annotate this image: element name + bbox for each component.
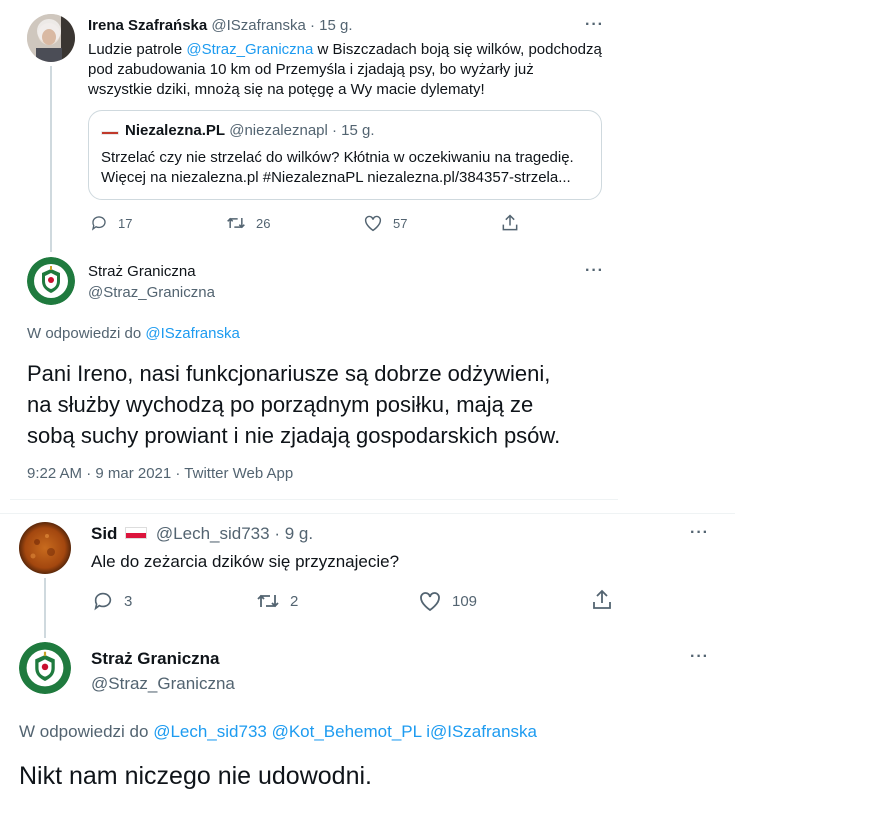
reply2-text: Nikt nam niczego nie udowodni. xyxy=(19,762,372,790)
avatar-straz-graniczna-2[interactable] xyxy=(19,642,71,694)
tweet2-retweet-button[interactable]: 2 xyxy=(256,590,298,612)
quote-header: Niezalezna.PL @niezaleznapl · 15 g. xyxy=(125,122,375,139)
tweet2-author[interactable]: Sid xyxy=(91,524,117,543)
avatar-sid-image xyxy=(19,522,71,574)
tweet2-handle[interactable]: @Lech_sid733 xyxy=(156,524,270,543)
quote-line1: Strzelać czy nie strzelać do wilków? Kłó… xyxy=(101,149,574,166)
quote-time: · 15 g. xyxy=(332,122,375,139)
tweet1-handle[interactable]: @ISzafranska xyxy=(211,17,305,34)
thread-line-2 xyxy=(44,578,46,638)
thread-line-1 xyxy=(50,66,52,252)
quote-text: Strzelać czy nie strzelać do wilków? Kłó… xyxy=(101,148,574,188)
panel-gap xyxy=(0,500,874,513)
screenshot-panel-top: Irena Szafrańska @ISzafranska · 15 g. ··… xyxy=(10,0,618,500)
tweet1-author[interactable]: Irena Szafrańska xyxy=(88,17,207,34)
retweet-icon xyxy=(257,594,279,608)
reply1-more-icon[interactable]: ··· xyxy=(585,263,604,279)
reply1-line2: na służby wychodzą po porządnym posiłku,… xyxy=(27,392,534,417)
tweet1-line1: Ludzie patrole @Straz_Graniczna w Biszcz… xyxy=(88,41,602,58)
share-icon xyxy=(593,589,611,609)
straz-graniczna-logo-icon xyxy=(27,257,75,305)
tweet2-like-button[interactable]: 109 xyxy=(418,590,477,612)
avatar-sid[interactable] xyxy=(19,522,71,574)
reply2-mentions[interactable]: @Lech_sid733 @Kot_Behemot_PL i@ISzafrans… xyxy=(153,722,537,741)
quote-line2: Więcej na niezalezna.pl #NiezaleznaPL ni… xyxy=(101,169,571,186)
quote-handle: @niezaleznapl xyxy=(229,122,328,139)
reply1-mention[interactable]: @ISzafranska xyxy=(145,325,239,342)
tweet1-line3: wszystkie dziki, mnożą się na potęgę a W… xyxy=(88,81,485,98)
tweet1-more-icon[interactable]: ··· xyxy=(585,17,604,33)
reply1-line1: Pani Ireno, nasi funkcjonariusze są dobr… xyxy=(27,361,551,386)
quoted-tweet[interactable]: Niezalezna.PL @niezaleznapl · 15 g. Strz… xyxy=(88,110,602,200)
tweet1-time[interactable]: · 15 g. xyxy=(310,17,353,34)
share-icon xyxy=(502,214,518,231)
avatar-irena-image xyxy=(27,14,75,62)
tweet1-reply-count: 17 xyxy=(118,215,133,231)
tweet2-header: Sid @Lech_sid733 · 9 g. xyxy=(91,524,313,544)
reply1-replying-to: W odpowiedzi do @ISzafranska xyxy=(27,325,240,342)
quote-author: Niezalezna.PL xyxy=(125,122,226,139)
tweet1-share-button[interactable] xyxy=(500,213,520,233)
reply2-replying-to: W odpowiedzi do @Lech_sid733 @Kot_Behemo… xyxy=(19,722,537,741)
reply1-meta[interactable]: 9:22 AM · 9 mar 2021 · Twitter Web App xyxy=(27,465,293,482)
tweet1-line2: pod zabudowania 10 km od Przemyśla i zja… xyxy=(88,61,534,78)
tweet1-like-count: 57 xyxy=(393,215,408,231)
tweet1-mention[interactable]: @Straz_Graniczna xyxy=(186,41,313,58)
niezalezna-logo-icon xyxy=(101,125,119,135)
tweet2-reply-button[interactable]: 3 xyxy=(92,590,132,612)
heart-icon xyxy=(420,592,440,612)
tweet2-reply-count: 3 xyxy=(124,592,133,610)
avatar-straz-graniczna-1[interactable] xyxy=(27,257,75,305)
tweet2-time[interactable]: · 9 g. xyxy=(274,524,313,543)
tweet1-reply-button[interactable]: 17 xyxy=(90,214,132,232)
reply1-author[interactable]: Straż Graniczna xyxy=(88,263,196,280)
reply1-handle[interactable]: @Straz_Graniczna xyxy=(88,284,215,301)
reply2-author[interactable]: Straż Graniczna xyxy=(91,649,220,669)
tweet2-more-icon[interactable]: ··· xyxy=(690,525,709,541)
tweet1-text: Ludzie patrole @Straz_Graniczna w Biszcz… xyxy=(88,40,602,100)
tweet1-retweet-button[interactable]: 26 xyxy=(226,214,270,232)
avatar-irena[interactable] xyxy=(27,14,75,62)
tweet1-like-button[interactable]: 57 xyxy=(363,214,407,232)
reply2-more-icon[interactable]: ··· xyxy=(690,649,709,665)
reply2-handle[interactable]: @Straz_Graniczna xyxy=(91,674,235,694)
tweet2-like-count: 109 xyxy=(452,592,478,610)
tweet2-share-button[interactable] xyxy=(590,588,614,612)
reply1-text: Pani Ireno, nasi funkcjonariusze są dobr… xyxy=(27,358,560,451)
heart-icon xyxy=(364,215,382,232)
tweet1-retweet-count: 26 xyxy=(256,215,271,231)
reply-icon xyxy=(91,216,106,231)
retweet-icon xyxy=(227,217,245,229)
tweet2-retweet-count: 2 xyxy=(290,592,299,610)
poland-flag-icon xyxy=(125,527,148,540)
tweet2-text: Ale do zeżarcia dzików się przyznajecie? xyxy=(91,552,400,571)
straz-graniczna-logo-icon xyxy=(19,642,71,694)
screenshot-panel-bottom: Sid @Lech_sid733 · 9 g. ··· Ale do zeżar… xyxy=(0,513,735,823)
reply-icon xyxy=(94,592,112,611)
reply1-line3: sobą suchy prowiant i nie zjadają gospod… xyxy=(27,423,561,448)
tweet1-header: Irena Szafrańska @ISzafranska · 15 g. xyxy=(88,17,353,34)
